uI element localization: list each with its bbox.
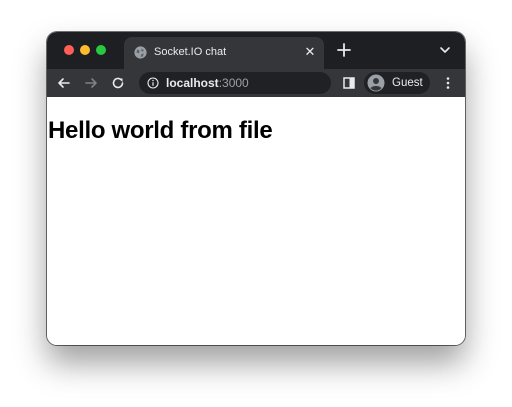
title-bar: Socket.IO chat ✕: [47, 32, 465, 69]
more-menu-icon[interactable]: [441, 76, 455, 90]
browser-window: Socket.IO chat ✕ localhost:3000 Guest He…: [47, 32, 465, 345]
close-tab-icon[interactable]: ✕: [303, 45, 317, 59]
page-heading: Hello world from file: [48, 117, 273, 144]
new-tab-icon[interactable]: [336, 42, 352, 58]
minimize-window-button[interactable]: [80, 45, 90, 55]
chevron-down-icon[interactable]: [439, 44, 451, 56]
desktop-background: Socket.IO chat ✕ localhost:3000 Guest He…: [0, 0, 512, 407]
back-arrow-icon[interactable]: [57, 76, 71, 90]
globe-icon: [134, 46, 147, 59]
url-text: localhost:3000: [166, 77, 249, 90]
maximize-window-button[interactable]: [96, 45, 106, 55]
page-content: Hello world from file: [47, 97, 465, 345]
tab-socket-io-chat[interactable]: Socket.IO chat ✕: [124, 37, 324, 69]
url-port: :3000: [218, 76, 249, 90]
url-host: localhost: [166, 76, 219, 90]
profile-name: Guest: [392, 77, 423, 89]
profile-button[interactable]: Guest: [364, 72, 430, 94]
close-window-button[interactable]: [64, 45, 74, 55]
browser-toolbar: localhost:3000 Guest: [47, 69, 465, 97]
avatar-icon: [367, 74, 385, 92]
tab-title: Socket.IO chat: [154, 46, 227, 58]
side-panel-icon[interactable]: [342, 76, 356, 90]
forward-arrow-icon[interactable]: [84, 76, 98, 90]
info-icon[interactable]: [147, 77, 159, 89]
reload-icon[interactable]: [111, 76, 125, 90]
address-bar[interactable]: localhost:3000: [139, 72, 331, 94]
